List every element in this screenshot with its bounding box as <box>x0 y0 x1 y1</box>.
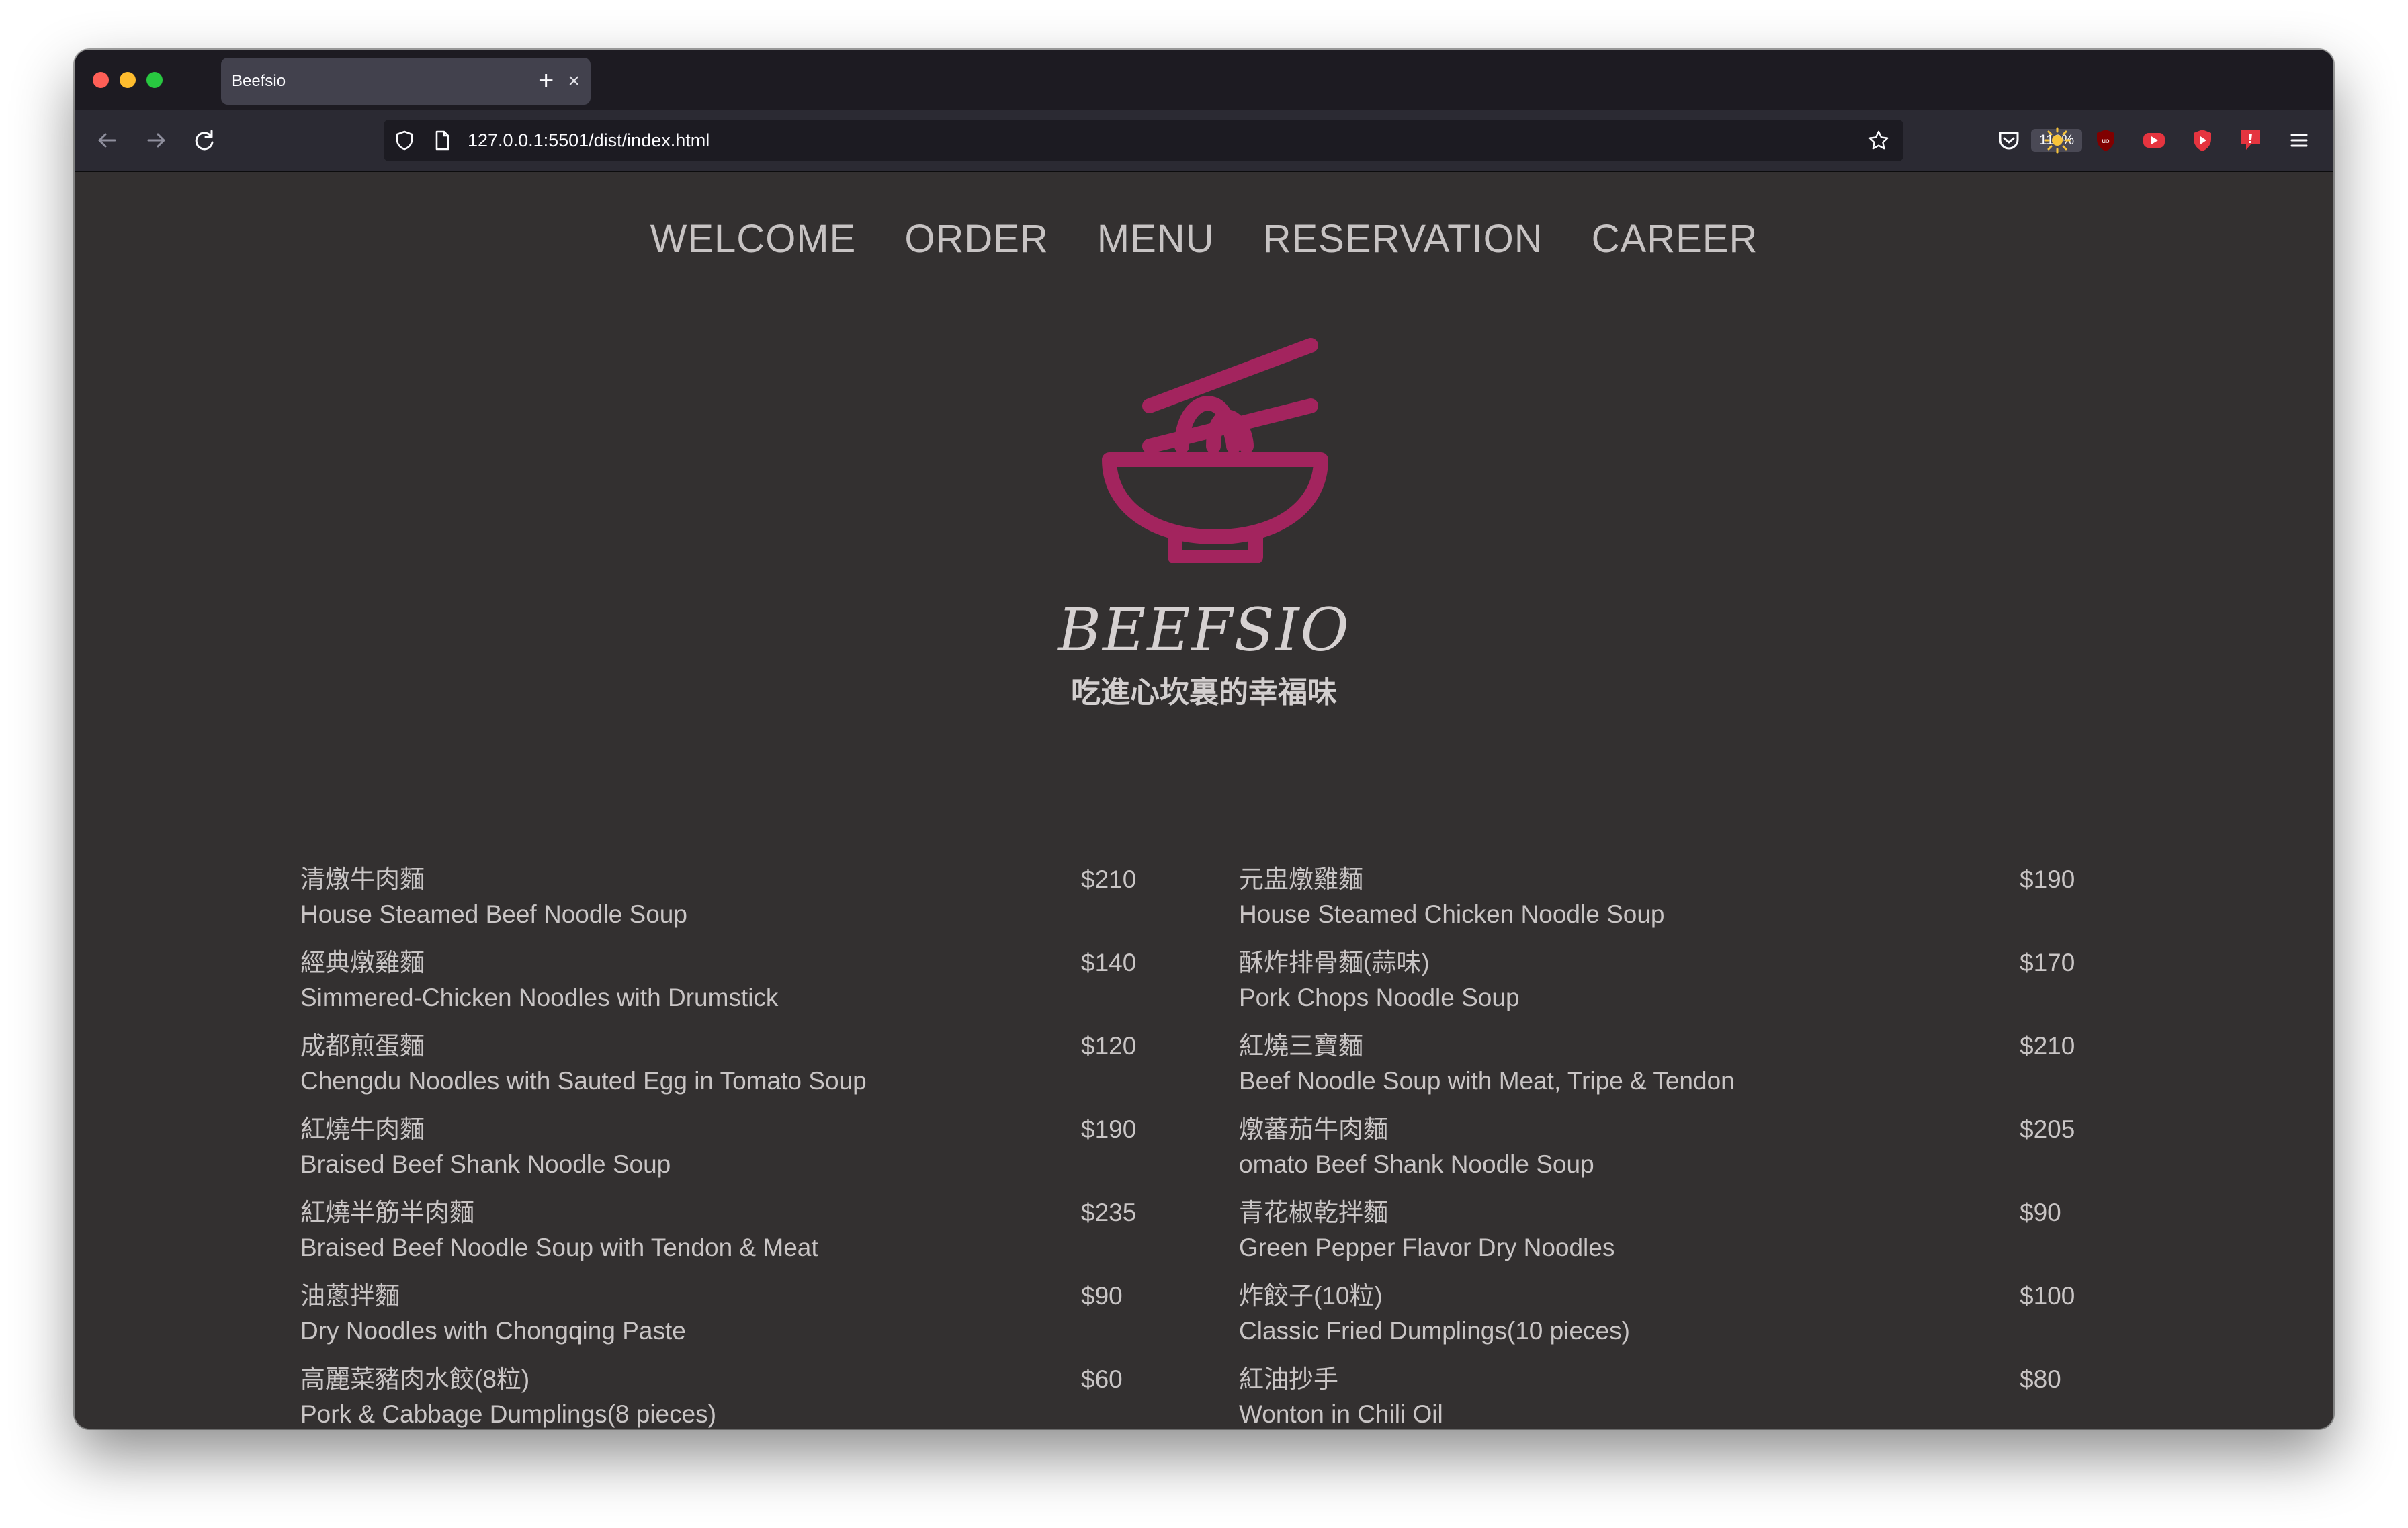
menu-item-price: $140 <box>1081 949 1137 976</box>
sun-icon[interactable] <box>2043 126 2071 155</box>
menu-item-zh-name: 青花椒乾拌麵 <box>1239 1199 1388 1226</box>
menu-item-price: $210 <box>2020 1032 2075 1060</box>
brand-tagline: 吃進心坎裏的幸福味 <box>1071 676 1337 709</box>
navigation-toolbar: 127.0.0.1:5501/dist/index.html 110% uo <box>75 110 2333 172</box>
menu-item-price: $100 <box>2020 1282 2075 1310</box>
noodle-bowl-logo-icon <box>1096 332 1338 564</box>
menu-item-en-name: Wonton in Chili Oil <box>1239 1400 1443 1428</box>
nav-menu[interactable]: MENU <box>1097 212 1215 266</box>
menu-item-en-name: omato Beef Shank Noodle Soup <box>1239 1150 1594 1178</box>
menu-item-zh-name: 成都煎蛋麵 <box>300 1032 425 1060</box>
menu-item-zh-name: 清燉牛肉麵 <box>300 865 425 893</box>
menu-item-en-name: Chengdu Noodles with Sauted Egg in Tomat… <box>300 1067 867 1095</box>
menu-item-en-name: Dry Noodles with Chongqing Paste <box>300 1317 686 1345</box>
maximize-window-button[interactable] <box>146 72 163 88</box>
menu-item-en-name: House Steamed Beef Noodle Soup <box>300 900 687 928</box>
menu-item-price: $190 <box>1081 1115 1137 1143</box>
site-navigation: WELCOME ORDER MENU RESERVATION CAREER <box>75 212 2333 266</box>
brand-name: BEEFSIO <box>1058 595 1350 665</box>
menu-item-en-name: Pork Chops Noodle Soup <box>1239 984 1520 1011</box>
menu-item-zh-name: 紅燒牛肉麵 <box>300 1115 425 1143</box>
menu-item-en-name: Beef Noodle Soup with Meat, Tripe & Tend… <box>1239 1067 1735 1095</box>
menu-item: 燉蕃茄牛肉麵 omato Beef Shank Noodle Soup $205 <box>1239 1113 2075 1185</box>
menu-item: 紅燒三寶麵 Beef Noodle Soup with Meat, Tripe … <box>1239 1029 2075 1102</box>
menu-item-en-name: Pork & Cabbage Dumplings(8 pieces) <box>300 1400 717 1428</box>
svg-text:uo: uo <box>2102 138 2110 145</box>
tab-close-icon[interactable]: × <box>568 58 580 105</box>
forward-arrow-icon[interactable] <box>140 125 171 156</box>
menu-item: 紅燒半筋半肉麵 Braised Beef Noodle Soup with Te… <box>300 1196 1137 1269</box>
menu-item-price: $90 <box>2020 1199 2061 1226</box>
menu-item: 經典燉雞麵 Simmered-Chicken Noodles with Drum… <box>300 946 1137 1019</box>
nav-welcome[interactable]: WELCOME <box>650 212 857 266</box>
menu-item-zh-name: 紅油抄手 <box>1239 1365 1338 1393</box>
url-text[interactable]: 127.0.0.1:5501/dist/index.html <box>468 120 710 161</box>
menu-item-en-name: Green Pepper Flavor Dry Noodles <box>1239 1234 1615 1261</box>
back-arrow-icon[interactable] <box>92 125 123 156</box>
menu-item-price: $205 <box>2020 1115 2075 1143</box>
menu-item-price: $170 <box>2020 949 2075 976</box>
menu-item-zh-name: 油蔥拌麵 <box>300 1282 400 1310</box>
nav-reservation[interactable]: RESERVATION <box>1263 212 1543 266</box>
page-content: WELCOME ORDER MENU RESERVATION CAREER BE… <box>75 172 2333 1429</box>
menu-item-zh-name: 炸餃子(10粒) <box>1239 1282 1383 1310</box>
menu-item: 清燉牛肉麵 House Steamed Beef Noodle Soup $21… <box>300 863 1137 935</box>
shield-icon[interactable] <box>393 129 416 152</box>
menu-item-price: $80 <box>2020 1365 2061 1393</box>
dislike-icon[interactable] <box>2237 126 2265 155</box>
nav-career[interactable]: CAREER <box>1592 212 1758 266</box>
menu-item: 油蔥拌麵 Dry Noodles with Chongqing Paste $9… <box>300 1279 1137 1352</box>
menu-item-en-name: Classic Fried Dumplings(10 pieces) <box>1239 1317 1630 1345</box>
menu-item: 炸餃子(10粒) Classic Fried Dumplings(10 piec… <box>1239 1279 2075 1352</box>
menu-item-zh-name: 元盅燉雞麵 <box>1239 865 1363 893</box>
star-icon[interactable] <box>1867 129 1890 152</box>
menu-item: 酥炸排骨麵(蒜味) Pork Chops Noodle Soup $170 <box>1239 946 2075 1019</box>
youtube-red-icon[interactable] <box>2188 126 2217 155</box>
tab-title: Beefsio <box>232 72 286 90</box>
menu-item-zh-name: 紅燒三寶麵 <box>1239 1032 1363 1060</box>
ublock-icon[interactable]: uo <box>2092 126 2120 155</box>
menu-item-price: $190 <box>2020 865 2075 893</box>
tab-strip: Beefsio × + <box>75 50 2333 110</box>
menu-item-en-name: Braised Beef Shank Noodle Soup <box>300 1150 671 1178</box>
youtube-ext-icon[interactable] <box>2140 126 2168 155</box>
reload-icon[interactable] <box>189 125 220 156</box>
menu-item: 紅油抄手 Wonton in Chili Oil $80 <box>1239 1363 2075 1429</box>
nav-order[interactable]: ORDER <box>904 212 1048 266</box>
url-bar[interactable]: 127.0.0.1:5501/dist/index.html 110% <box>384 120 2083 161</box>
minimize-window-button[interactable] <box>120 72 136 88</box>
menu-item: 青花椒乾拌麵 Green Pepper Flavor Dry Noodles $… <box>1239 1196 2075 1269</box>
menu-item: 元盅燉雞麵 House Steamed Chicken Noodle Soup … <box>1239 863 2075 935</box>
menu-item-price: $120 <box>1081 1032 1137 1060</box>
hamburger-menu-icon[interactable] <box>2285 126 2313 155</box>
browser-window: Beefsio × + 127.0.0.1:5501/dist/index.ht… <box>75 50 2333 1429</box>
menu-item-price: $210 <box>1081 865 1137 893</box>
menu-item-en-name: Simmered-Chicken Noodles with Drumstick <box>300 984 779 1011</box>
menu-item: 高麗菜豬肉水餃(8粒) Pork & Cabbage Dumplings(8 p… <box>300 1363 1137 1429</box>
menu-item-en-name: House Steamed Chicken Noodle Soup <box>1239 900 1665 928</box>
menu-item-zh-name: 紅燒半筋半肉麵 <box>300 1199 474 1226</box>
close-window-button[interactable] <box>93 72 109 88</box>
page-icon <box>431 129 454 152</box>
new-tab-button[interactable]: + <box>530 55 562 106</box>
menu-item: 成都煎蛋麵 Chengdu Noodles with Sauted Egg in… <box>300 1029 1137 1102</box>
menu-item-zh-name: 酥炸排骨麵(蒜味) <box>1239 949 1430 976</box>
menu-item: 紅燒牛肉麵 Braised Beef Shank Noodle Soup $19… <box>300 1113 1137 1185</box>
pocket-icon[interactable] <box>1995 126 2023 155</box>
menu-item-zh-name: 經典燉雞麵 <box>300 949 425 976</box>
menu-item-price: $235 <box>1081 1199 1137 1226</box>
menu-item-zh-name: 燉蕃茄牛肉麵 <box>1239 1115 1388 1143</box>
menu-item-zh-name: 高麗菜豬肉水餃(8粒) <box>300 1365 530 1393</box>
menu-item-price: $60 <box>1081 1365 1123 1393</box>
menu-item-en-name: Braised Beef Noodle Soup with Tendon & M… <box>300 1234 818 1261</box>
menu-item-price: $90 <box>1081 1282 1123 1310</box>
